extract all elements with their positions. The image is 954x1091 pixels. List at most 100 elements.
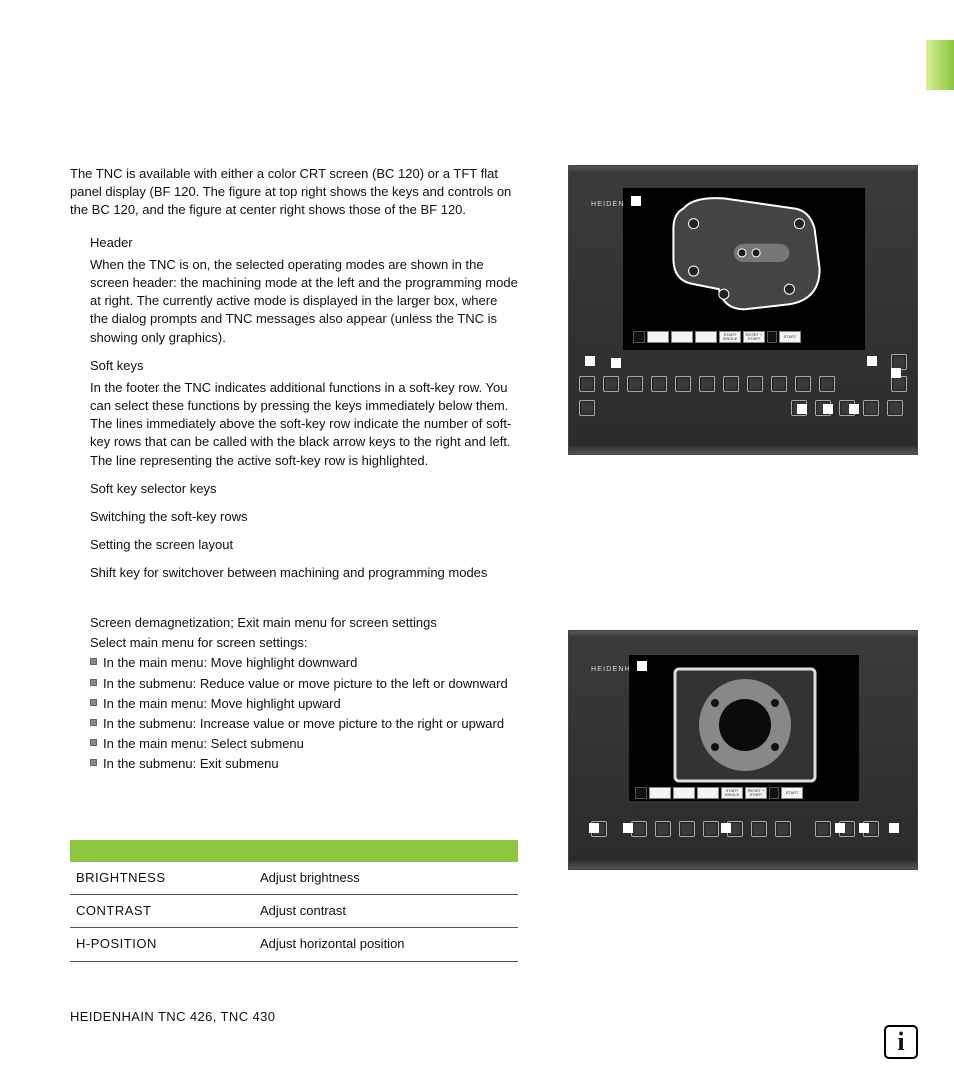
callout-marker xyxy=(891,368,901,378)
softkey: START SINGLE xyxy=(721,787,743,799)
list-item: In the main menu: Select submenu xyxy=(90,735,510,753)
section-selector-keys: Soft key selector keys xyxy=(90,480,518,498)
table-cell: CONTRAST xyxy=(76,902,260,920)
softkey xyxy=(697,787,719,799)
softkey-indicator xyxy=(633,331,645,343)
callout-marker xyxy=(797,404,807,414)
softkey xyxy=(649,787,671,799)
softkey xyxy=(695,331,717,343)
callout-marker xyxy=(631,196,641,206)
callout-marker xyxy=(889,823,899,833)
softkey: RESET + START xyxy=(743,331,765,343)
callout-marker xyxy=(823,404,833,414)
figure-bf120: HEIDENHAIN START SINGLE RESET + START ST… xyxy=(568,630,918,870)
hw-key xyxy=(795,376,811,392)
hw-key xyxy=(771,376,787,392)
square-bullet-icon xyxy=(90,719,97,726)
bullet-list: In the main menu: Move highlight downwar… xyxy=(90,654,510,773)
tft-screen xyxy=(629,655,859,801)
table-cell: Adjust contrast xyxy=(260,902,512,920)
list-item: In the main menu: Move highlight upward xyxy=(90,695,510,713)
softkey-gap xyxy=(769,787,779,799)
softkey: START xyxy=(781,787,803,799)
hw-key xyxy=(723,376,739,392)
hw-key xyxy=(819,376,835,392)
square-bullet-icon xyxy=(90,739,97,746)
square-bullet-icon xyxy=(90,699,97,706)
softkey: RESET + START xyxy=(745,787,767,799)
table-cell: Adjust brightness xyxy=(260,869,512,887)
softkey-row: START SINGLE RESET + START START xyxy=(633,331,801,343)
hw-key xyxy=(863,400,879,416)
bullet-text: In the main menu: Move highlight upward xyxy=(103,695,341,713)
page-edge-tab xyxy=(926,40,954,90)
section-switch-rows: Switching the soft-key rows xyxy=(90,508,518,526)
hw-key xyxy=(655,821,671,837)
hw-key xyxy=(775,821,791,837)
hw-key-row xyxy=(603,376,835,392)
table-row: BRIGHTNESSAdjust brightness xyxy=(70,862,518,895)
hw-key xyxy=(627,376,643,392)
section-softkeys: Soft keys In the footer the TNC indicate… xyxy=(90,357,518,470)
hw-key xyxy=(631,821,647,837)
hw-key xyxy=(675,376,691,392)
section-header: Header When the TNC is on, the selected … xyxy=(90,234,518,347)
section-shift-key: Shift key for switchover between machini… xyxy=(90,564,518,582)
callout-marker xyxy=(589,823,599,833)
hw-key xyxy=(815,821,831,837)
callout-marker xyxy=(611,358,621,368)
table-cell: BRIGHTNESS xyxy=(76,869,260,887)
bezel-top xyxy=(569,166,917,174)
hw-key xyxy=(579,400,595,416)
list-item: In the submenu: Reduce value or move pic… xyxy=(90,675,510,693)
callout-marker xyxy=(849,404,859,414)
settings-block: Screen demagnetization; Exit main menu f… xyxy=(90,614,510,776)
part-graphic xyxy=(623,188,865,350)
list-item: In the submenu: Increase value or move p… xyxy=(90,715,510,733)
square-bullet-icon xyxy=(90,658,97,665)
part-graphic-ring xyxy=(629,655,859,801)
bezel-top xyxy=(569,631,917,639)
softkey-indicator xyxy=(635,787,647,799)
section-list: Header When the TNC is on, the selected … xyxy=(90,234,518,583)
bezel-bottom xyxy=(569,446,917,454)
bullet-text: In the main menu: Select submenu xyxy=(103,735,304,753)
bullet-text: In the submenu: Increase value or move p… xyxy=(103,715,504,733)
settings-table: BRIGHTNESSAdjust brightness CONTRASTAdju… xyxy=(70,840,518,962)
hw-key-side xyxy=(891,376,907,392)
footer-model-label: HEIDENHAIN TNC 426, TNC 430 xyxy=(70,1008,275,1026)
callout-marker xyxy=(721,823,731,833)
softkey xyxy=(673,787,695,799)
hw-key xyxy=(887,400,903,416)
main-text-column: The TNC is available with either a color… xyxy=(70,165,518,593)
intro-paragraph: The TNC is available with either a color… xyxy=(70,165,518,220)
hw-key xyxy=(703,821,719,837)
square-bullet-icon xyxy=(90,759,97,766)
table-header-bar xyxy=(70,840,518,862)
bullet-text: In the submenu: Reduce value or move pic… xyxy=(103,675,508,693)
callout-marker xyxy=(835,823,845,833)
softkey: START SINGLE xyxy=(719,331,741,343)
callout-marker xyxy=(859,823,869,833)
list-item: In the main menu: Move highlight downwar… xyxy=(90,654,510,672)
bullet-text: In the main menu: Move highlight downwar… xyxy=(103,654,357,672)
table-row: H-POSITIONAdjust horizontal position xyxy=(70,928,518,961)
list-item: In the submenu: Exit submenu xyxy=(90,755,510,773)
hw-key xyxy=(751,821,767,837)
table-cell: Adjust horizontal position xyxy=(260,935,512,953)
info-icon: i xyxy=(884,1025,918,1059)
section-screen-layout: Setting the screen layout xyxy=(90,536,518,554)
hw-key xyxy=(747,376,763,392)
hw-key xyxy=(651,376,667,392)
softkey-row: START SINGLE RESET + START START xyxy=(635,787,803,799)
softkey: START xyxy=(779,331,801,343)
softkey xyxy=(647,331,669,343)
callout-marker xyxy=(585,356,595,366)
settings-line-2: Select main menu for screen settings: xyxy=(90,634,510,652)
callout-marker xyxy=(623,823,633,833)
callout-marker xyxy=(867,356,877,366)
bullet-text: In the submenu: Exit submenu xyxy=(103,755,279,773)
table-row: CONTRASTAdjust contrast xyxy=(70,895,518,928)
settings-line-1: Screen demagnetization; Exit main menu f… xyxy=(90,614,510,632)
figure-bc120: HEIDENHAIN START SINGLE RESET + START ST… xyxy=(568,165,918,455)
